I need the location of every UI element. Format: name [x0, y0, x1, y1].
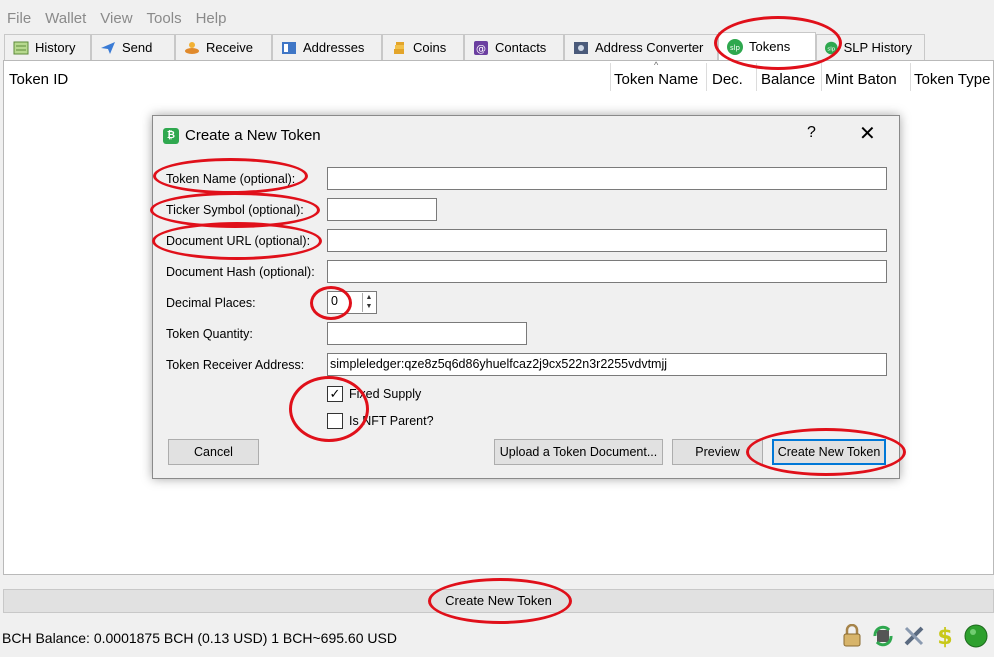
bitcoin-cash-icon: ₿: [163, 128, 179, 144]
network-status-icon[interactable]: [963, 622, 988, 650]
column-divider: [821, 63, 822, 91]
receiver-address-input[interactable]: simpleledger:qze8z5q6d86yhuelfcaz2j9cx52…: [327, 353, 887, 376]
quantity-label: Token Quantity:: [166, 327, 253, 341]
menubar: File Wallet View Tools Help: [0, 8, 233, 30]
tab-label: Contacts: [495, 40, 547, 55]
ticker-input[interactable]: [327, 198, 437, 221]
coins-icon: [394, 41, 404, 54]
tab-label: Tokens: [749, 39, 791, 54]
document-url-input[interactable]: [327, 229, 887, 252]
cancel-button[interactable]: Cancel: [168, 439, 259, 465]
decimals-value: 0: [331, 294, 338, 308]
column-divider: [610, 63, 611, 91]
svg-text:@: @: [476, 44, 486, 55]
create-token-dialog: ₿ Create a New Token ? ✕ Token Name (opt…: [152, 115, 900, 479]
addresses-icon: [282, 41, 296, 54]
menu-tools[interactable]: Tools: [140, 8, 189, 30]
help-button[interactable]: ?: [807, 124, 816, 142]
upload-document-button[interactable]: Upload a Token Document...: [494, 439, 663, 465]
column-token-id[interactable]: Token ID: [9, 65, 68, 95]
column-divider: [910, 63, 911, 91]
preview-button[interactable]: Preview: [672, 439, 763, 465]
tab-address-converter[interactable]: Address Converter: [564, 34, 718, 60]
column-decimals[interactable]: Dec.: [712, 65, 743, 95]
nft-parent-label: Is NFT Parent?: [349, 414, 434, 428]
menu-view[interactable]: View: [93, 8, 139, 30]
column-mint-baton[interactable]: Mint Baton: [825, 65, 897, 95]
tab-send[interactable]: Send: [91, 34, 175, 60]
status-icons: $: [839, 622, 988, 650]
tab-coins[interactable]: Coins: [382, 34, 464, 60]
svg-text:$: $: [937, 625, 952, 649]
tab-contacts[interactable]: @ Contacts: [464, 34, 564, 60]
tab-history[interactable]: History: [4, 34, 91, 60]
tab-slp-history[interactable]: slp SLP History: [816, 34, 925, 60]
tab-label: SLP History: [843, 40, 912, 55]
fixed-supply-label: Fixed Supply: [349, 387, 422, 401]
token-name-input[interactable]: [327, 167, 887, 190]
tab-label: History: [35, 40, 76, 55]
tab-label: Send: [122, 40, 153, 55]
document-url-label: Document URL (optional):: [166, 234, 311, 248]
slp-icon: slp: [727, 38, 743, 55]
tab-bar: History Send Receive Addresses Coins @ C…: [4, 32, 994, 60]
tab-label: Receive: [206, 40, 253, 55]
slp-dollar-icon[interactable]: $: [932, 622, 957, 650]
column-balance[interactable]: Balance: [761, 65, 815, 95]
decimals-label: Decimal Places:: [166, 296, 256, 310]
tab-addresses[interactable]: Addresses: [272, 34, 382, 60]
contacts-icon: @: [474, 40, 488, 55]
ticker-label: Ticker Symbol (optional):: [166, 203, 304, 217]
create-new-token-main-button[interactable]: Create New Token: [3, 589, 994, 613]
column-divider: [706, 63, 707, 91]
dialog-title-bar: ₿ Create a New Token: [163, 126, 321, 146]
menu-file[interactable]: File: [0, 8, 38, 30]
quantity-input[interactable]: [327, 322, 527, 345]
close-icon[interactable]: ✕: [859, 121, 876, 146]
electron-cash-window: File Wallet View Tools Help History Send…: [0, 0, 994, 657]
create-new-token-button[interactable]: Create New Token: [772, 439, 886, 465]
status-balance: BCH Balance: 0.0001875 BCH (0.13 USD) 1 …: [2, 630, 397, 646]
document-hash-input[interactable]: [327, 260, 887, 283]
receiver-label: Token Receiver Address:: [166, 358, 305, 372]
tab-label: Coins: [413, 40, 447, 55]
document-hash-label: Document Hash (optional):: [166, 265, 315, 279]
tab-label: Address Converter: [595, 40, 704, 55]
converter-icon: [574, 41, 588, 54]
send-icon: [101, 41, 115, 54]
spin-up-icon[interactable]: ▲: [363, 293, 375, 302]
receive-icon: [185, 41, 199, 54]
token-name-label: Token Name (optional):: [166, 172, 296, 186]
menu-help[interactable]: Help: [189, 8, 234, 30]
column-divider: [756, 63, 757, 91]
svg-text:slp: slp: [730, 44, 741, 52]
slp-icon: slp: [825, 41, 838, 54]
lock-icon[interactable]: [839, 622, 864, 650]
tab-label: Addresses: [303, 40, 365, 55]
dialog-title: Create a New Token: [185, 127, 321, 144]
spin-down-icon[interactable]: ▼: [363, 302, 375, 311]
decimals-spinbox[interactable]: 0 ▲ ▼: [327, 291, 377, 314]
tools-icon[interactable]: [901, 622, 926, 650]
sort-indicator-icon: ^: [654, 60, 659, 70]
tab-receive[interactable]: Receive: [175, 34, 272, 60]
fixed-supply-checkbox[interactable]: ✓: [327, 386, 343, 402]
spin-arrows[interactable]: ▲ ▼: [362, 293, 375, 312]
menu-wallet[interactable]: Wallet: [38, 8, 93, 30]
svg-text:slp: slp: [827, 46, 835, 52]
sync-icon[interactable]: [870, 622, 895, 650]
tab-tokens[interactable]: slp Tokens: [718, 32, 816, 60]
nft-parent-checkbox[interactable]: [327, 413, 343, 429]
column-token-type[interactable]: Token Type: [914, 65, 990, 95]
history-icon: [13, 41, 29, 54]
